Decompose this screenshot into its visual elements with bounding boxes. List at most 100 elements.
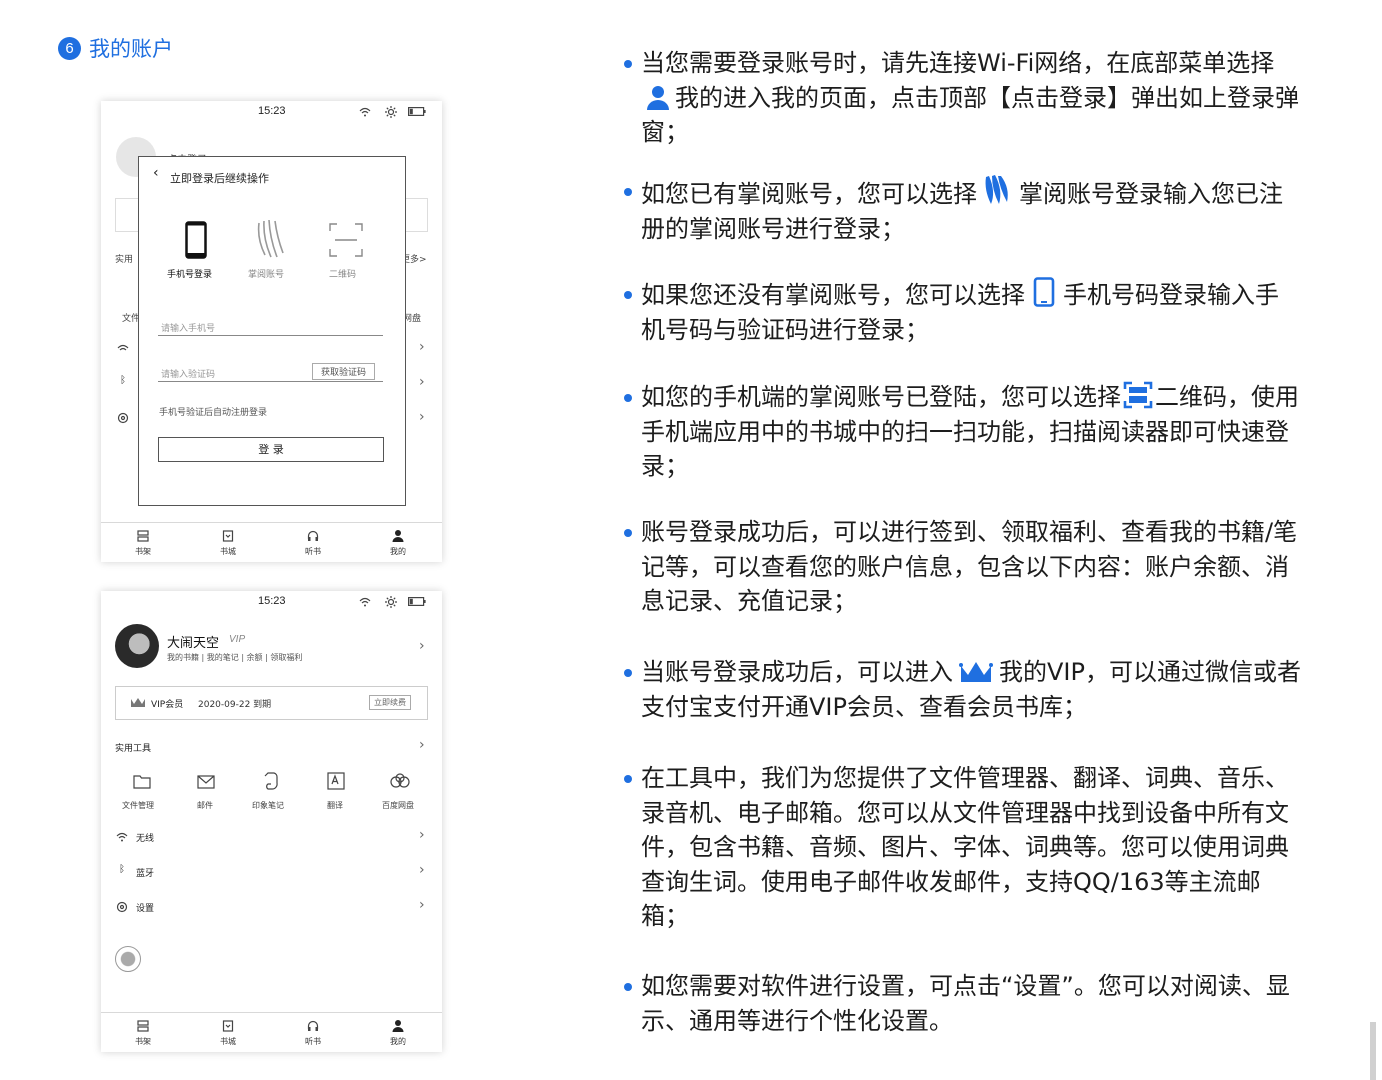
battery-icon	[408, 107, 426, 116]
chevron-right-icon: ›	[419, 374, 425, 390]
tool-label-translate[interactable]: 翻译	[327, 800, 343, 811]
tab-mine[interactable]: 我的	[378, 1036, 418, 1047]
modal-title: 立即登录后继续操作	[170, 172, 269, 185]
baidu-pan-icon[interactable]	[390, 773, 410, 789]
tool-label-files[interactable]: 文件管理	[122, 800, 154, 811]
method-phone-label[interactable]: 手机号登录	[167, 267, 212, 280]
wifi-icon	[117, 344, 129, 351]
tool-label-evernote[interactable]: 印象笔记	[252, 800, 284, 811]
translate-icon[interactable]	[327, 772, 345, 790]
paragraph-qr-login: 如您的手机端的掌阅账号已登陆，您可以选择 二维码，使用手机端应用中的书城中的扫一扫…	[622, 380, 1302, 484]
qr-scan-icon	[1123, 381, 1153, 409]
bullet	[624, 188, 632, 196]
bullet	[624, 394, 632, 402]
bullet	[624, 60, 632, 68]
tab-bookshelf[interactable]: 书架	[123, 546, 163, 557]
zhangyue-logo-icon	[985, 175, 1008, 204]
section-number-badge: 6	[58, 37, 81, 60]
status-time: 15:23	[258, 595, 286, 607]
bookstore-icon[interactable]	[222, 530, 234, 542]
paragraph-after-login: 账号登录成功后，可以进行签到、领取福利、查看我的书籍/笔记等，可以查看您的账户信…	[622, 515, 1302, 619]
code-input-underline	[158, 381, 383, 382]
status-time: 15:23	[258, 105, 286, 117]
paragraph-phone-login: 如果您还没有掌阅账号，您可以选择 手机号码登录输入手机号码与验证码进行登录；	[622, 277, 1302, 347]
paragraph-text: 当账号登录成功后，可以进入	[641, 658, 953, 686]
bullet	[624, 291, 632, 299]
wifi-icon	[359, 107, 371, 117]
phone-screen-account: 15:23 大闹天空 VIP 我的书籍 | 我的笔记 | 余额 | 领取福利 ›…	[101, 591, 442, 1052]
avatar[interactable]	[115, 624, 159, 668]
tab-bookstore[interactable]: 书城	[208, 1036, 248, 1047]
qr-scan-icon[interactable]	[329, 223, 363, 257]
chevron-right-icon[interactable]: ›	[419, 897, 425, 913]
login-button[interactable]: 登 录	[158, 437, 384, 462]
paragraph-settings: 如您需要对软件进行设置，可点击“设置”。您可以对阅读、显示、通用等进行个性化设置…	[622, 969, 1302, 1038]
row-wifi-label[interactable]: 无线	[136, 831, 154, 844]
tab-mine[interactable]: 我的	[378, 546, 418, 557]
paragraph-text: 如您的手机端的掌阅账号已登陆，您可以选择	[641, 383, 1121, 411]
user-icon[interactable]	[392, 1019, 404, 1032]
chevron-right-icon[interactable]: ›	[419, 638, 425, 654]
user-name: 大闹天空	[167, 636, 220, 651]
bookshelf-icon[interactable]	[137, 1020, 149, 1032]
mail-icon[interactable]	[197, 775, 215, 789]
vip-tag: VIP	[229, 634, 246, 645]
section-title: 我的账户	[89, 37, 173, 61]
headphones-icon[interactable]	[307, 530, 319, 542]
chevron-right-icon[interactable]: ›	[419, 737, 425, 753]
bullet	[624, 529, 632, 537]
paragraph-text: 如您已有掌阅账号，您可以选择	[641, 180, 977, 208]
phone-screen-login: 15:23 点击登录 实用 更多> 文件 网盘 › › › ᛒ ‹ 立即登录后继…	[101, 101, 442, 562]
row-bluetooth-label[interactable]: 蓝牙	[136, 866, 154, 879]
crown-icon	[131, 698, 145, 707]
chevron-right-icon: ›	[419, 339, 425, 355]
tab-listen[interactable]: 听书	[293, 1036, 333, 1047]
bluetooth-icon: ᛒ	[119, 864, 125, 875]
tab-bookshelf[interactable]: 书架	[123, 1036, 163, 1047]
method-account-label[interactable]: 掌阅账号	[248, 267, 284, 280]
user-links[interactable]: 我的书籍 | 我的笔记 | 余额 | 领取福利	[167, 652, 302, 663]
folder-icon[interactable]	[133, 774, 151, 789]
paragraph-text: 账号登录成功后，可以进行签到、领取福利、查看我的书籍/笔记等，可以查看您的账户信…	[641, 518, 1298, 615]
bookshelf-icon[interactable]	[137, 530, 149, 542]
phone-icon[interactable]	[185, 221, 207, 259]
brightness-icon	[385, 106, 397, 118]
get-code-button[interactable]: 获取验证码	[312, 363, 376, 380]
bullet	[624, 669, 632, 677]
gear-icon	[116, 901, 128, 913]
tab-bookstore[interactable]: 书城	[208, 546, 248, 557]
renew-button[interactable]: 立即续费	[369, 695, 411, 710]
evernote-icon[interactable]	[261, 772, 279, 790]
paragraph-vip: 当账号登录成功后，可以进入 我的VIP，可以通过微信或者支付宝支付开通VIP会员、…	[622, 655, 1302, 724]
zhangyue-logo-icon[interactable]	[255, 217, 289, 261]
phone-input-underline	[158, 335, 383, 336]
method-qr-label[interactable]: 二维码	[329, 267, 356, 280]
paragraph-text: 我的进入我的页面，点击顶部【点击登录】弹出如上登录弹窗；	[641, 83, 1299, 147]
bluetooth-icon: ᛒ	[120, 375, 126, 386]
bookstore-icon[interactable]	[222, 1020, 234, 1032]
back-arrow-icon[interactable]: ‹	[153, 165, 159, 181]
tab-listen[interactable]: 听书	[293, 546, 333, 557]
chevron-right-icon[interactable]: ›	[419, 862, 425, 878]
scrollbar[interactable]	[1370, 1022, 1376, 1080]
wifi-icon	[359, 597, 371, 607]
brightness-icon	[385, 596, 397, 608]
tool-label-mail[interactable]: 邮件	[197, 800, 213, 811]
floating-button-icon[interactable]	[115, 946, 141, 972]
user-icon[interactable]	[392, 529, 404, 542]
tabbar-divider	[101, 522, 442, 523]
login-modal: ‹ 立即登录后继续操作 手机号登录 掌阅账号 二维码 请输入手机号 请输入验证码…	[138, 156, 406, 506]
phone-input[interactable]: 请输入手机号	[161, 321, 215, 334]
tools-heading: 实用工具	[115, 744, 152, 754]
headphones-icon[interactable]	[307, 1020, 319, 1032]
tabbar-divider	[101, 1012, 442, 1013]
row-settings-label[interactable]: 设置	[136, 901, 154, 914]
bullet	[624, 775, 632, 783]
battery-icon	[408, 597, 426, 606]
chevron-right-icon: ›	[419, 409, 425, 425]
code-input[interactable]: 请输入验证码	[161, 367, 215, 380]
vip-expire-date: 2020-09-22 到期	[198, 700, 272, 710]
chevron-right-icon[interactable]: ›	[419, 827, 425, 843]
tool-label-baidu-pan[interactable]: 百度网盘	[382, 800, 414, 811]
vip-label: VIP会员	[151, 700, 184, 710]
